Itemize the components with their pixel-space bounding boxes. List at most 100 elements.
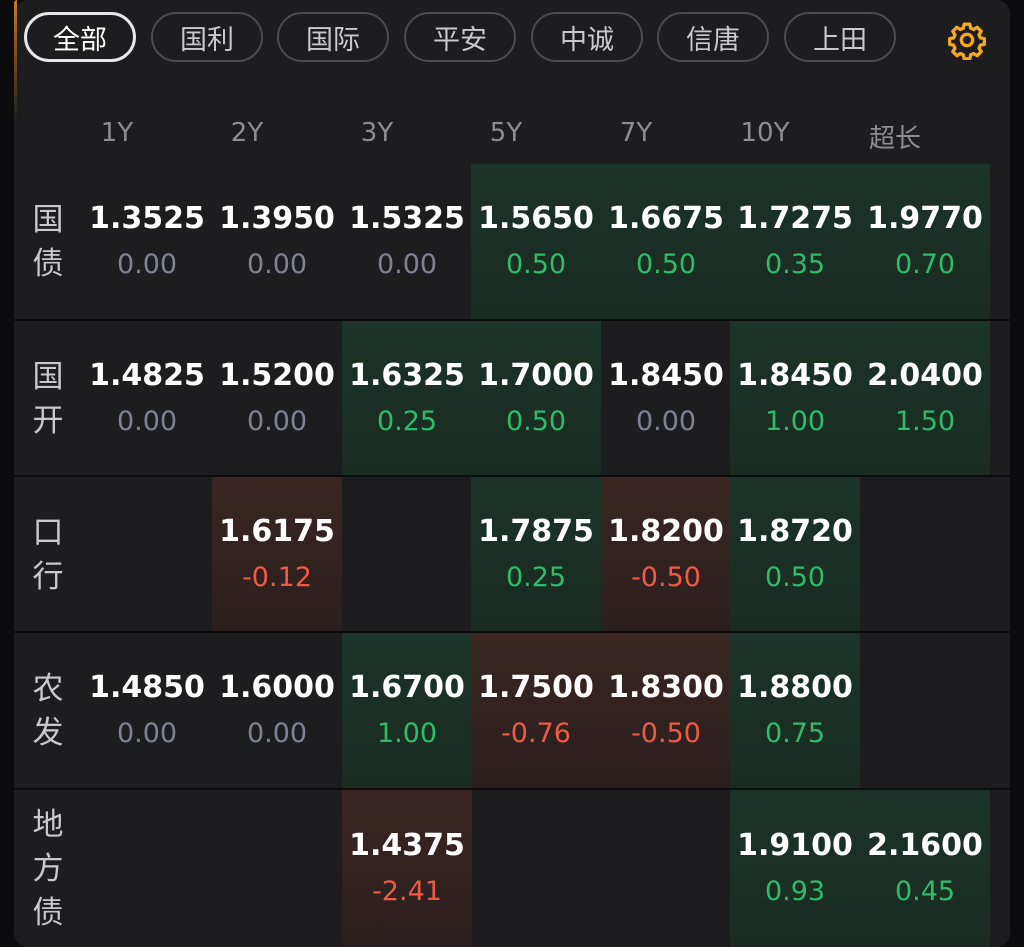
quote-price: 1.4825	[89, 358, 205, 393]
quote-change: -0.50	[631, 562, 701, 593]
row-label-char: 国	[32, 359, 64, 395]
quote-change: -2.41	[372, 875, 442, 907]
quote-cell[interactable]: 1.7275 0.35	[730, 164, 860, 320]
quote-cell[interactable]: 1.6675 0.50	[601, 164, 731, 320]
quote-cell[interactable]: 1.9100 0.93	[730, 790, 860, 947]
quote-change: 0.00	[116, 249, 178, 280]
quote-change: 0.00	[246, 718, 308, 749]
filter-chip[interactable]: 信唐	[657, 12, 769, 62]
quote-price: 1.7275	[737, 201, 853, 236]
row-label: 国开	[14, 321, 82, 477]
quote-price: 1.3950	[219, 201, 335, 236]
quote-price: 1.5200	[219, 358, 335, 393]
quote-change: 0.00	[635, 406, 697, 437]
quote-cell[interactable]: 1.7000 0.50	[471, 321, 601, 477]
row-label-char: 行	[32, 559, 64, 595]
quote-cell[interactable]: 1.8300 -0.50	[601, 633, 731, 789]
quote-cell[interactable]: 1.8450 0.00	[601, 321, 731, 477]
quote-cell[interactable]: 1.6000 0.00	[212, 633, 342, 789]
quote-price: 1.8720	[737, 514, 853, 549]
quote-cell[interactable]: 1.6175 -0.12	[212, 477, 342, 633]
filter-chip[interactable]: 国际	[277, 12, 389, 62]
tenor-header: 2Y	[230, 118, 264, 148]
quote-cell[interactable]: 1.5200 0.00	[212, 321, 342, 477]
filter-chip[interactable]: 全部	[24, 12, 136, 62]
quote-change: 0.25	[505, 562, 567, 593]
quote-change: 0.75	[764, 718, 826, 749]
filter-bar: 全部 国利 国际 平安 中诚 信唐 上田	[24, 12, 986, 66]
quote-price: 1.6675	[608, 201, 724, 236]
quote-cell[interactable]: 1.4825 0.00	[82, 321, 212, 477]
quote-cell[interactable]: 1.8450 1.00	[730, 321, 860, 477]
quote-cell[interactable]: 1.3950 0.00	[212, 164, 342, 320]
quote-change: 0.00	[246, 406, 308, 437]
filter-chip[interactable]: 国利	[151, 12, 263, 62]
quote-change: 0.00	[376, 249, 438, 280]
gear-icon	[948, 22, 986, 60]
quote-change: 0.00	[116, 718, 178, 749]
row-label: 农发	[14, 633, 82, 789]
quote-change: 0.45	[894, 875, 956, 907]
tenor-header: 10Y	[740, 118, 790, 148]
quote-change: 0.50	[505, 249, 567, 280]
quote-price: 1.6325	[349, 358, 465, 393]
quote-price: 2.0400	[867, 358, 983, 393]
filter-chip[interactable]: 上田	[784, 12, 896, 62]
quote-price: 1.3525	[89, 201, 205, 236]
quote-change: 0.93	[764, 875, 826, 907]
row-label: 地方债	[14, 790, 82, 947]
quote-price: 1.7500	[478, 670, 594, 705]
quote-change: -0.12	[242, 562, 312, 593]
row-label-char: 口	[32, 515, 64, 551]
quote-cell[interactable]: 1.8800 0.75	[730, 633, 860, 789]
filter-chip[interactable]: 平安	[404, 12, 516, 62]
row-label-char: 国	[32, 202, 64, 238]
tenor-header: 超长	[868, 124, 921, 154]
quote-change: 0.50	[764, 562, 826, 593]
quote-cell[interactable]: 1.4850 0.00	[82, 633, 212, 789]
quote-cell[interactable]: 2.0400 1.50	[860, 321, 990, 477]
quote-cell[interactable]: 1.6325 0.25	[342, 321, 472, 477]
quote-price: 1.4375	[349, 827, 465, 863]
quote-change: 0.00	[246, 249, 308, 280]
quote-cell[interactable]: 1.7875 0.25	[471, 477, 601, 633]
row-label: 口行	[14, 477, 82, 633]
quote-cell[interactable]: 1.8200 -0.50	[601, 477, 731, 633]
quote-price: 1.5325	[349, 201, 465, 236]
filter-chip[interactable]: 中诚	[531, 12, 643, 62]
quote-price: 1.8450	[737, 358, 853, 393]
quote-price: 1.8200	[608, 514, 724, 549]
quote-cell[interactable]: 1.4375 -2.41	[342, 790, 472, 947]
quote-price: 2.1600	[867, 827, 983, 863]
row-label-char: 债	[32, 894, 64, 931]
quote-change: 1.00	[376, 718, 438, 749]
quote-cell[interactable]: 1.5650 0.50	[471, 164, 601, 320]
quote-cell[interactable]: 1.3525 0.00	[82, 164, 212, 320]
quote-change: -0.50	[631, 718, 701, 749]
quote-change: 0.50	[505, 406, 567, 437]
tenor-header: 7Y	[619, 118, 653, 148]
quote-price: 1.9770	[867, 201, 983, 236]
quote-change: 0.00	[116, 406, 178, 437]
quote-change: 0.35	[764, 249, 826, 280]
quote-cell[interactable]: 1.6700 1.00	[342, 633, 472, 789]
settings-button[interactable]	[942, 20, 992, 60]
quote-price: 1.8450	[608, 358, 724, 393]
quote-cell[interactable]: 1.5325 0.00	[342, 164, 472, 320]
quote-change: 0.25	[376, 406, 438, 437]
row-label-char: 发	[32, 715, 64, 751]
quote-change: 1.50	[894, 406, 956, 437]
quote-change: 1.00	[764, 406, 826, 437]
quote-cell[interactable]: 1.8720 0.50	[730, 477, 860, 633]
quote-change: 0.70	[894, 249, 956, 280]
edge-accent	[14, 0, 17, 120]
row-label-char: 地	[32, 806, 64, 843]
row-label: 国债	[14, 164, 82, 320]
quote-cell[interactable]: 1.9770 0.70	[860, 164, 990, 320]
quote-cell[interactable]: 2.1600 0.45	[860, 790, 990, 947]
quote-price: 1.6000	[219, 670, 335, 705]
quote-price: 1.7875	[478, 514, 594, 549]
quote-price: 1.9100	[737, 827, 853, 863]
quote-price: 1.5650	[478, 201, 594, 236]
quote-cell[interactable]: 1.7500 -0.76	[471, 633, 601, 789]
